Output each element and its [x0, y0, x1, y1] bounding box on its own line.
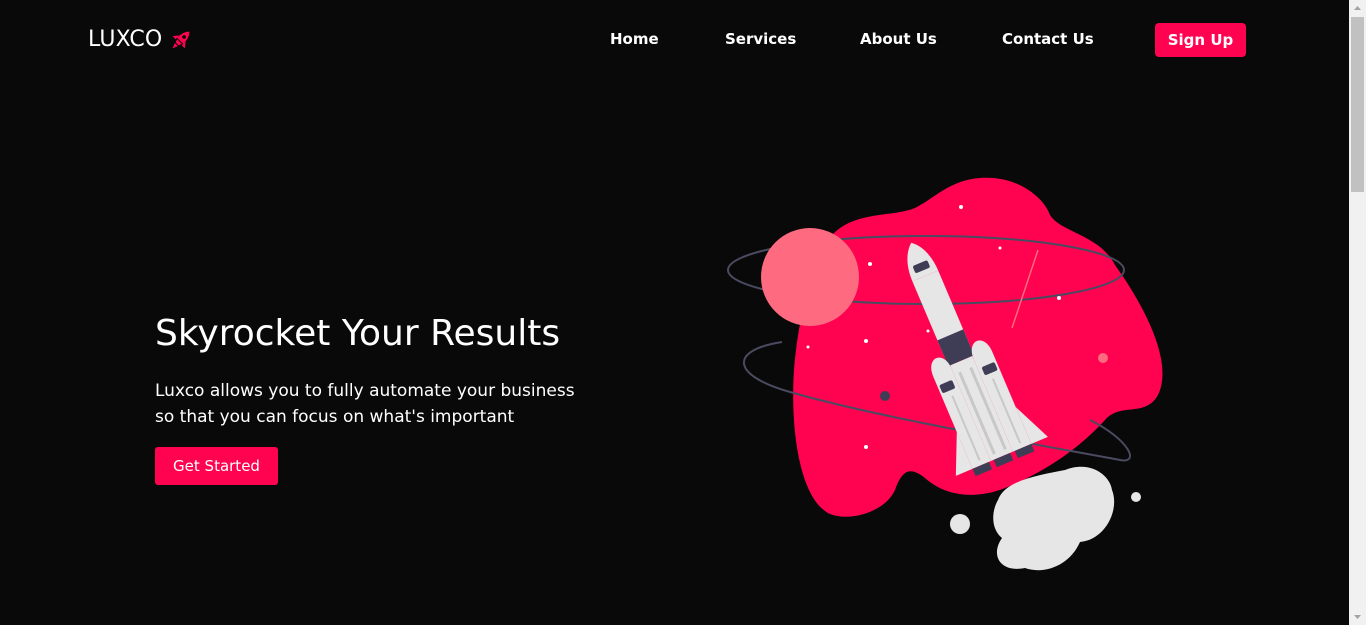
hero-title: Skyrocket Your Results	[155, 313, 561, 354]
scroll-down-arrow-icon[interactable]	[1349, 608, 1366, 625]
star	[998, 246, 1002, 250]
nav-services-link[interactable]: Services	[725, 29, 796, 49]
nav-about-link[interactable]: About Us	[860, 29, 937, 49]
page: LUXCO Home Services About Us Contact Us …	[0, 0, 1349, 625]
dot	[880, 391, 890, 401]
planet	[761, 228, 859, 326]
scrollbar-thumb[interactable]	[1351, 17, 1364, 192]
dot	[950, 514, 970, 534]
rocket-launch-illustration	[727, 177, 1163, 571]
sign-up-button[interactable]: Sign Up	[1155, 23, 1246, 57]
nav-home-link[interactable]: Home	[610, 29, 659, 49]
dot	[1131, 492, 1141, 502]
nav-contact-link[interactable]: Contact Us	[1002, 29, 1094, 49]
star	[864, 339, 868, 343]
hero-description: Luxco allows you to fully automate your …	[155, 381, 575, 427]
star	[959, 205, 963, 209]
star	[806, 345, 810, 349]
logo-link[interactable]: LUXCO	[88, 25, 194, 55]
get-started-button[interactable]: Get Started	[155, 447, 278, 485]
rocket-icon	[172, 31, 190, 49]
dot	[1098, 353, 1108, 363]
brand-name: LUXCO	[88, 27, 163, 52]
scroll-up-arrow-icon[interactable]	[1349, 0, 1366, 17]
star	[1057, 296, 1061, 300]
star	[868, 262, 872, 266]
star	[864, 445, 868, 449]
star	[926, 329, 930, 333]
navbar: LUXCO Home Services About Us Contact Us …	[0, 0, 1349, 80]
